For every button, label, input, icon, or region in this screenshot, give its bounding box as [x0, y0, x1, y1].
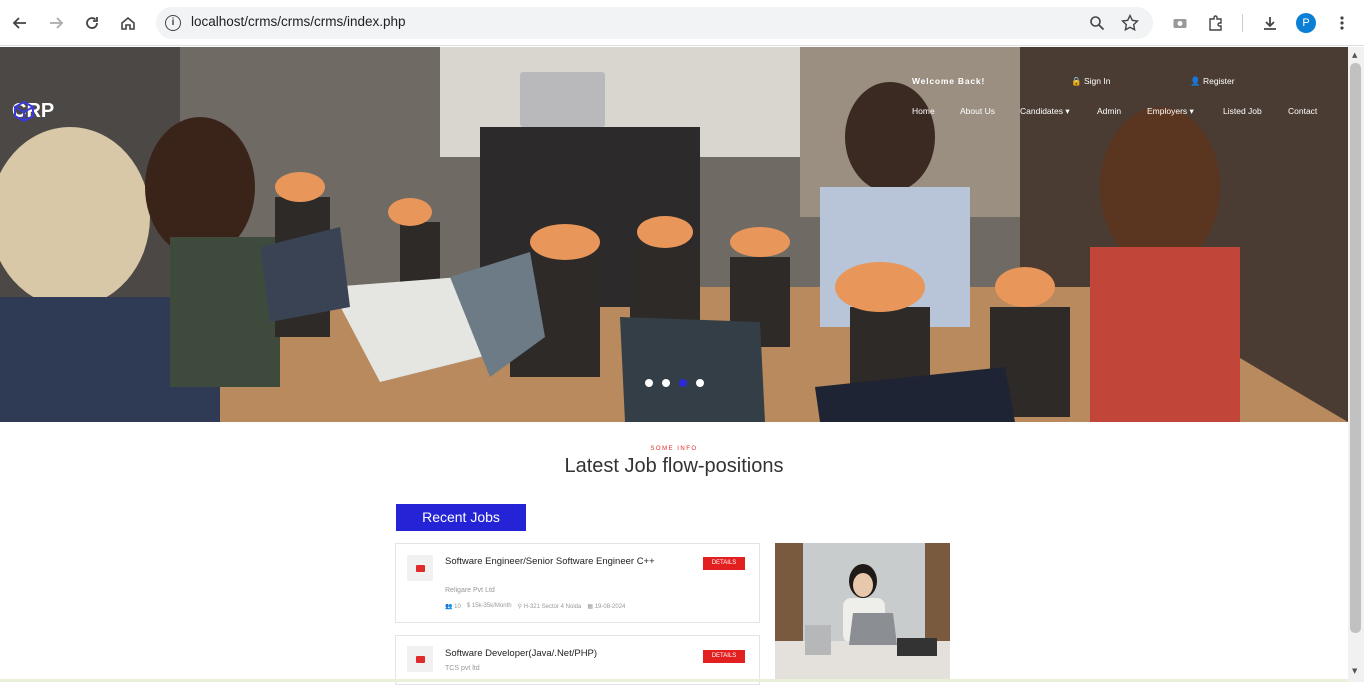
- back-icon[interactable]: [8, 11, 32, 35]
- url-text: localhost/crms/crms/crms/index.php: [191, 14, 406, 29]
- section-kicker: SOME INFO: [650, 446, 698, 452]
- job-title[interactable]: Software Developer(Java/.Net/PHP): [445, 648, 665, 659]
- nav-employers-label: Employers: [1147, 106, 1188, 116]
- bookmark-star-icon[interactable]: [1120, 13, 1140, 36]
- scroll-up-icon[interactable]: ▲: [1352, 51, 1357, 59]
- carousel-indicators: [645, 379, 704, 387]
- location-value: H-321 Sector 4 Noida: [523, 604, 582, 610]
- carousel-dot[interactable]: [662, 379, 670, 387]
- briefcase-icon: [407, 646, 433, 672]
- sign-in-label: Sign In: [1083, 76, 1111, 86]
- nav-employers[interactable]: Employers ▾: [1147, 106, 1194, 117]
- openings-value: 10: [454, 604, 461, 610]
- logo-cube-icon: [14, 100, 34, 122]
- briefcase-icon: [407, 555, 433, 581]
- map-pin-icon: ⚲: [517, 604, 522, 610]
- details-button[interactable]: DETAILS: [703, 557, 745, 570]
- nav-listed-job[interactable]: Listed Job: [1223, 106, 1262, 116]
- sign-in-link[interactable]: 🔒 Sign In: [1071, 76, 1110, 87]
- calendar-icon: ▦: [587, 604, 594, 610]
- hero-banner: CRP Welcome Back! 🔒 Sign In 👤 Register H…: [0, 47, 1348, 422]
- company-name: TCS pvt ltd: [445, 665, 480, 672]
- scroll-down-icon[interactable]: ▼: [1352, 667, 1357, 675]
- address-bar[interactable]: i localhost/crms/crms/crms/index.php: [156, 7, 1153, 39]
- details-button[interactable]: DETAILS: [703, 650, 745, 663]
- recent-jobs-tab[interactable]: Recent Jobs: [396, 504, 526, 531]
- nav-candidates[interactable]: Candidates ▾: [1020, 106, 1070, 117]
- scrollbar-thumb[interactable]: [1350, 63, 1361, 633]
- nav-contact[interactable]: Contact: [1288, 106, 1317, 116]
- reload-icon[interactable]: [80, 11, 104, 35]
- browser-toolbar: i localhost/crms/crms/crms/index.php P: [0, 0, 1364, 46]
- nav-about-us[interactable]: About Us: [960, 106, 995, 116]
- job-title[interactable]: Software Engineer/Senior Software Engine…: [445, 556, 665, 567]
- company-name: Religare Pvt Ltd: [445, 587, 495, 594]
- job-card[interactable]: Software Engineer/Senior Software Engine…: [395, 543, 760, 623]
- openings: 👥 10: [445, 603, 461, 610]
- chevron-down-icon: ▾: [1189, 106, 1194, 116]
- register-label: Register: [1202, 76, 1235, 86]
- download-icon[interactable]: [1258, 11, 1282, 35]
- site-logo[interactable]: CRP: [12, 100, 54, 123]
- nav-candidates-label: Candidates: [1020, 106, 1064, 116]
- nav-home[interactable]: Home: [912, 106, 935, 116]
- page-scrollbar[interactable]: ▲ ▼: [1348, 47, 1364, 682]
- welcome-text: Welcome Back!: [912, 76, 986, 86]
- carousel-dot-active[interactable]: [679, 379, 687, 387]
- site-info-icon[interactable]: i: [165, 15, 181, 31]
- home-icon[interactable]: [116, 11, 140, 35]
- zoom-icon[interactable]: [1089, 15, 1105, 35]
- profile-avatar[interactable]: P: [1296, 13, 1316, 33]
- users-icon: 👥: [445, 604, 453, 610]
- camera-icon[interactable]: [1168, 11, 1192, 35]
- job-meta: 👥 10 $ 15k-35k/Month ⚲ H-321 Sector 4 No…: [445, 603, 625, 610]
- location: ⚲ H-321 Sector 4 Noida: [518, 603, 582, 610]
- side-photo: [775, 543, 950, 682]
- toolbar-divider: [1242, 14, 1243, 32]
- section-title: Latest Job flow-positions: [564, 455, 784, 477]
- job-card[interactable]: Software Developer(Java/.Net/PHP) TCS pv…: [395, 635, 760, 685]
- browser-menu-icon[interactable]: [1330, 11, 1354, 35]
- nav-admin[interactable]: Admin: [1097, 106, 1121, 116]
- carousel-dot[interactable]: [645, 379, 653, 387]
- forward-icon[interactable]: [44, 11, 68, 35]
- salary: $ 15k-35k/Month: [466, 603, 512, 609]
- chevron-down-icon: ▾: [1065, 106, 1070, 116]
- extensions-icon[interactable]: [1204, 11, 1228, 35]
- register-link[interactable]: 👤 Register: [1190, 76, 1235, 87]
- carousel-dot[interactable]: [696, 379, 704, 387]
- salary-value: 15k-35k/Month: [471, 603, 512, 609]
- date: ▦ 19-08-2024: [587, 603, 625, 610]
- date-value: 19-08-2024: [594, 604, 626, 610]
- hero-photo: [0, 47, 1348, 422]
